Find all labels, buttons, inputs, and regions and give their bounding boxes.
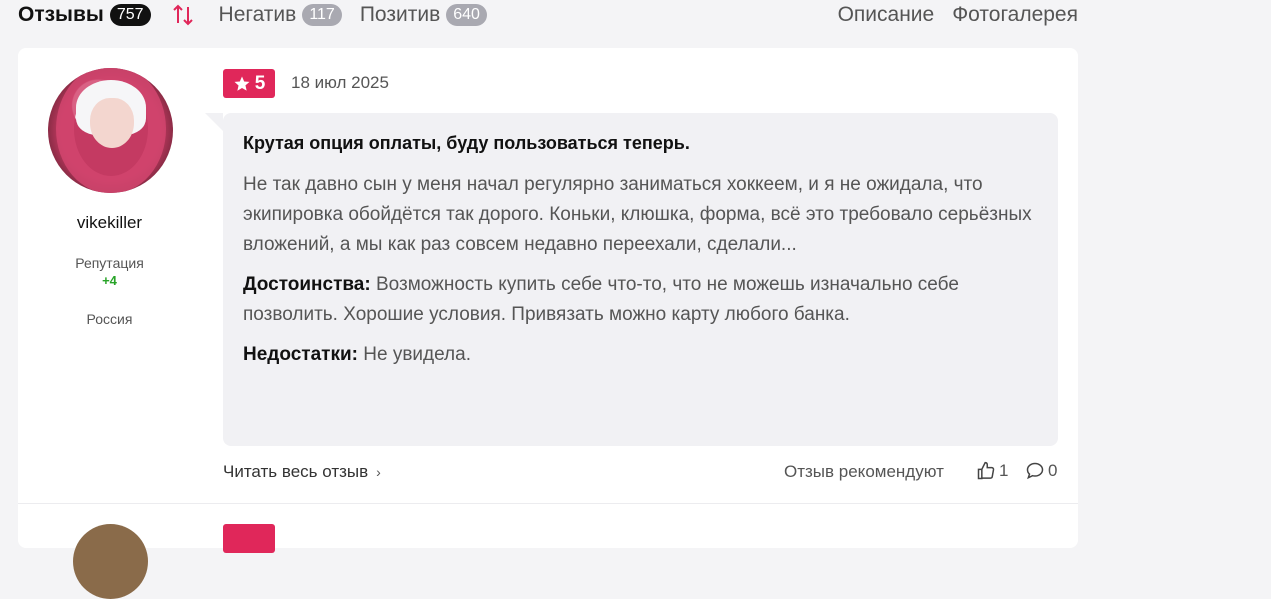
cons-label: Недостатки:	[243, 344, 358, 365]
review-pros: Достоинства: Возможность купить себе что…	[243, 270, 1038, 330]
likes-count: 1	[999, 461, 1009, 480]
tab-reviews-label: Отзывы	[18, 3, 104, 26]
tab-reviews[interactable]: Отзывы 757	[18, 3, 151, 27]
divider	[18, 503, 1078, 504]
review-body: Не так давно сын у меня начал регулярно …	[243, 174, 1032, 255]
review-content: Крутая опция оплаты, буду пользоваться т…	[205, 113, 1058, 446]
tab-reviews-count: 757	[109, 4, 151, 26]
rating-badge: 5	[223, 69, 275, 98]
read-full-review-link[interactable]: Читать весь отзыв ›	[223, 462, 381, 482]
gallery-link[interactable]: Фотогалерея	[952, 3, 1078, 27]
chevron-right-icon: ›	[376, 464, 381, 480]
author-country: Россия	[86, 311, 133, 327]
pros-label: Достоинства:	[243, 274, 371, 295]
next-review-avatar[interactable]	[73, 524, 148, 599]
review-title: Крутая опция оплаты, буду пользоваться т…	[243, 133, 690, 153]
thumbs-up-icon	[977, 461, 995, 480]
rating-value: 5	[254, 72, 266, 94]
sort-icon[interactable]	[171, 2, 197, 28]
tab-positive-label: Позитив	[359, 3, 441, 26]
reputation-value: +4	[102, 273, 117, 288]
read-more-label: Читать весь отзыв	[223, 462, 369, 481]
comments-count: 0	[1048, 461, 1058, 480]
recommend-label: Отзыв рекомендуют	[784, 462, 944, 481]
tab-positive[interactable]: Позитив 640	[360, 3, 487, 27]
like-button[interactable]: 1	[976, 461, 1008, 481]
avatar[interactable]	[48, 68, 173, 193]
reviews-tabs-bar: Отзывы 757 Негатив 117 Позитив 640 Описа…	[18, 0, 1078, 30]
review-card: vikekiller Репутация +4 Россия 5 18 июл …	[18, 48, 1078, 599]
reputation-label: Репутация	[75, 255, 144, 271]
review-cons: Недостатки: Не увидела.	[243, 340, 1038, 370]
cons-text: Не увидела.	[363, 344, 471, 365]
review-date: 18 июл 2025	[291, 73, 389, 92]
comment-icon	[1026, 462, 1044, 480]
tab-negative-label: Негатив	[218, 3, 297, 26]
description-link[interactable]: Описание	[838, 3, 935, 27]
next-rating-badge	[223, 524, 275, 553]
tab-positive-count: 640	[446, 4, 487, 26]
comments-button[interactable]: 0	[1025, 461, 1057, 481]
tab-negative-count: 117	[302, 4, 342, 26]
star-icon	[234, 76, 250, 91]
review-author[interactable]: vikekiller	[18, 213, 201, 233]
tab-negative[interactable]: Негатив 117	[219, 3, 342, 27]
